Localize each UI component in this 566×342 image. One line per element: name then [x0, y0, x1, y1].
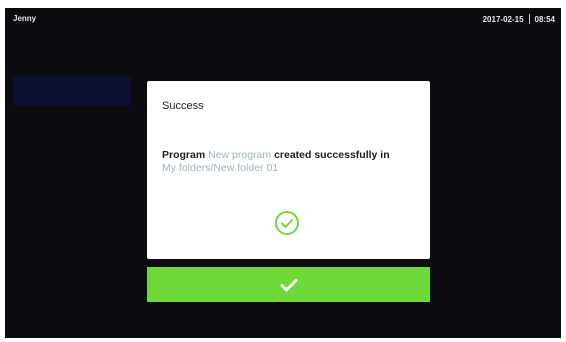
device-screen: Jenny 2017-02-15 08:54 Success Program N… [5, 8, 561, 338]
status-date: 2017-02-15 [482, 14, 524, 24]
program-name: New program [208, 149, 272, 161]
confirm-button[interactable] [147, 267, 430, 302]
success-dialog: Success Program New program created succ… [147, 81, 430, 259]
status-bar: Jenny 2017-02-15 08:54 [5, 8, 561, 30]
check-circle-icon [275, 211, 299, 235]
status-datetime: 2017-02-15 08:54 [483, 14, 555, 24]
background-panel [13, 76, 131, 106]
message-prefix: Program [162, 149, 206, 161]
user-name: Jenny [13, 14, 37, 23]
folder-path: My folders/New folder 01 [162, 162, 279, 174]
status-time: 08:54 [534, 14, 555, 24]
checkmark-icon [280, 278, 297, 291]
message-middle: created successfully in [274, 149, 390, 161]
dialog-title: Success [162, 100, 204, 112]
dialog-message: Program New program created successfully… [162, 149, 422, 175]
status-divider [528, 14, 530, 24]
